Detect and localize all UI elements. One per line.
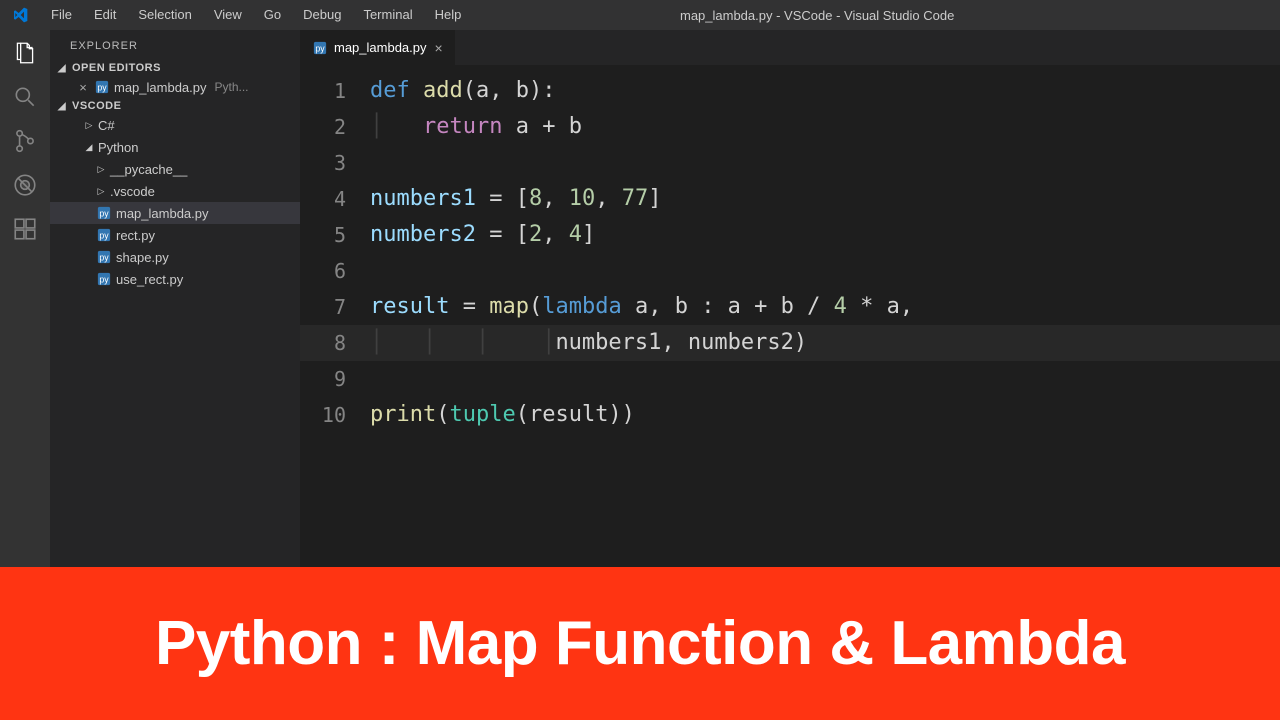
menu-view[interactable]: View: [205, 0, 251, 30]
banner-text: Python : Map Function & Lambda: [155, 608, 1125, 679]
vscode-logo-icon: [12, 7, 28, 23]
folder-csharp[interactable]: ▷ C#: [50, 114, 300, 136]
file-label: shape.py: [116, 250, 169, 265]
line-number: 6: [300, 253, 370, 289]
folder-label: Python: [98, 140, 138, 155]
line-number: 3: [300, 145, 370, 181]
code-line: print(tuple(result)): [370, 397, 1280, 433]
code-line: [370, 145, 1280, 181]
open-editors-label: Open Editors: [72, 62, 161, 74]
menu-edit[interactable]: Edit: [85, 0, 125, 30]
menu-debug[interactable]: Debug: [294, 0, 350, 30]
file-shape[interactable]: py shape.py: [50, 246, 300, 268]
sidebar: Explorer ◢ Open Editors × py map_lambda.…: [50, 30, 300, 567]
source-control-icon[interactable]: [12, 128, 38, 154]
svg-text:py: py: [315, 43, 325, 53]
svg-text:py: py: [97, 83, 107, 93]
line-number: 7: [300, 289, 370, 325]
chevron-right-icon: ▷: [84, 120, 94, 131]
search-icon[interactable]: [12, 84, 38, 110]
menu-help[interactable]: Help: [426, 0, 471, 30]
code-line: │ return a + b: [370, 109, 1280, 145]
open-editors-header[interactable]: ◢ Open Editors: [50, 60, 300, 76]
svg-text:py: py: [99, 275, 109, 285]
folder-label: C#: [98, 118, 115, 133]
sidebar-title: Explorer: [50, 30, 300, 60]
menu-terminal[interactable]: Terminal: [354, 0, 421, 30]
close-icon[interactable]: ×: [435, 40, 443, 56]
tab-label: map_lambda.py: [334, 40, 427, 55]
line-number: 8: [300, 325, 370, 361]
code-line: numbers1 = [8, 10, 77]: [370, 181, 1280, 217]
activity-bar: [0, 30, 50, 567]
file-rect[interactable]: py rect.py: [50, 224, 300, 246]
chevron-down-icon: ◢: [56, 101, 68, 112]
code-line: numbers2 = [2, 4]: [370, 217, 1280, 253]
line-number: 10: [300, 397, 370, 433]
window-title: map_lambda.py - VSCode - Visual Studio C…: [474, 8, 1160, 23]
titlebar: File Edit Selection View Go Debug Termin…: [0, 0, 1280, 30]
main-area: Explorer ◢ Open Editors × py map_lambda.…: [0, 30, 1280, 567]
file-label: map_lambda.py: [116, 206, 209, 221]
chevron-right-icon: ▷: [96, 186, 106, 197]
code-line: [370, 253, 1280, 289]
video-banner: Python : Map Function & Lambda: [0, 567, 1280, 720]
extensions-icon[interactable]: [12, 216, 38, 242]
menu-selection[interactable]: Selection: [129, 0, 200, 30]
menu-file[interactable]: File: [42, 0, 81, 30]
folder-label: __pycache__: [110, 162, 187, 177]
chevron-down-icon: ◢: [84, 142, 94, 153]
chevron-right-icon: ▷: [96, 164, 106, 175]
menu-go[interactable]: Go: [255, 0, 290, 30]
folder-python[interactable]: ◢ Python: [50, 136, 300, 158]
svg-text:py: py: [99, 253, 109, 263]
python-file-icon: py: [94, 79, 110, 95]
line-number: 9: [300, 361, 370, 397]
open-editor-filename: map_lambda.py: [114, 80, 207, 95]
editor-tabs: py map_lambda.py ×: [300, 30, 1280, 65]
folder-label: .vscode: [110, 184, 155, 199]
folder-vscode[interactable]: ▷ .vscode: [50, 180, 300, 202]
code-line: [370, 361, 1280, 397]
editor-area: py map_lambda.py × 1def add(a, b): 2│ re…: [300, 30, 1280, 567]
file-use-rect[interactable]: py use_rect.py: [50, 268, 300, 290]
file-label: rect.py: [116, 228, 155, 243]
debug-icon[interactable]: [12, 172, 38, 198]
python-file-icon: py: [312, 40, 328, 56]
explorer-icon[interactable]: [12, 40, 38, 66]
folder-pycache[interactable]: ▷ __pycache__: [50, 158, 300, 180]
line-number: 2: [300, 109, 370, 145]
open-editor-meta: Pyth...: [215, 80, 249, 94]
workspace-header[interactable]: ◢ VSCode: [50, 98, 300, 114]
workspace-label: VSCode: [72, 100, 121, 112]
svg-text:py: py: [99, 231, 109, 241]
python-file-icon: py: [96, 205, 112, 221]
code-line: result = map(lambda a, b : a + b / 4 * a…: [370, 289, 1280, 325]
file-map-lambda[interactable]: py map_lambda.py: [50, 202, 300, 224]
chevron-down-icon: ◢: [56, 63, 68, 74]
line-number: 1: [300, 73, 370, 109]
python-file-icon: py: [96, 249, 112, 265]
tab-map-lambda[interactable]: py map_lambda.py ×: [300, 30, 456, 65]
line-number: 4: [300, 181, 370, 217]
svg-text:py: py: [99, 209, 109, 219]
line-number: 5: [300, 217, 370, 253]
close-icon[interactable]: ×: [76, 80, 90, 95]
file-label: use_rect.py: [116, 272, 183, 287]
code-line: def add(a, b):: [370, 73, 1280, 109]
open-editor-item[interactable]: × py map_lambda.py Pyth...: [50, 76, 300, 98]
code-editor[interactable]: 1def add(a, b): 2│ return a + b 3 4numbe…: [300, 65, 1280, 567]
code-line: │ │ │ │numbers1, numbers2): [370, 325, 1280, 361]
python-file-icon: py: [96, 271, 112, 287]
python-file-icon: py: [96, 227, 112, 243]
vscode-window: File Edit Selection View Go Debug Termin…: [0, 0, 1280, 567]
